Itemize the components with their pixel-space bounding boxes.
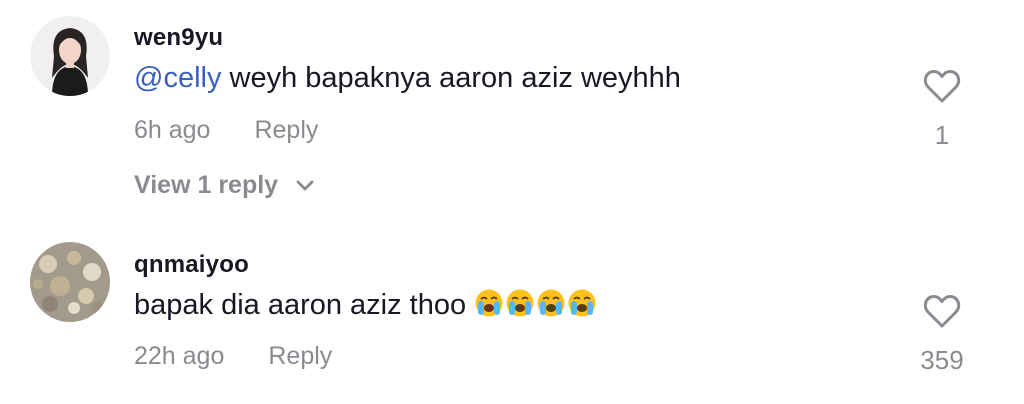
reply-button[interactable]: Reply [254,116,318,144]
reply-button[interactable]: Reply [268,342,332,370]
timestamp: 6h ago [134,116,211,144]
comment-text: bapak dia aaron aziz thoo [134,288,598,322]
chevron-down-icon [296,180,314,191]
avatar[interactable] [30,16,110,96]
loudly-crying-face-emoji [506,289,534,317]
like-button[interactable]: 359 [902,293,982,376]
comment-meta: 6h ago Reply [134,116,318,145]
comment-item: qnmaiyoo bapak dia aaron aziz thoo 22h a… [0,215,1024,404]
loudly-crying-face-emoji [568,289,596,317]
username[interactable]: qnmaiyoo [134,251,249,279]
comment-item: wen9yu @celly weyh bapaknya aaron aziz w… [0,0,1024,215]
loudly-crying-face-emoji [537,289,565,317]
timestamp: 22h ago [134,342,225,370]
loudly-crying-face-emoji [475,289,503,317]
like-count: 359 [920,345,964,375]
view-replies-label: View 1 reply [134,171,279,199]
comment-meta: 22h ago Reply [134,342,332,371]
heart-outline-icon [923,69,961,103]
like-count: 1 [934,120,950,150]
comment-body: weyh bapaknya aaron aziz weyhhh [221,62,681,94]
view-replies-button[interactable]: View 1 reply [134,171,315,200]
comment-text: @celly weyh bapaknya aaron aziz weyhhh [134,62,681,95]
avatar[interactable] [30,242,110,322]
like-button[interactable]: 1 [902,68,982,151]
mention-link[interactable]: @celly [134,62,221,94]
username[interactable]: wen9yu [134,24,223,52]
heart-outline-icon [923,294,961,328]
comment-body: bapak dia aaron aziz thoo [134,289,475,321]
